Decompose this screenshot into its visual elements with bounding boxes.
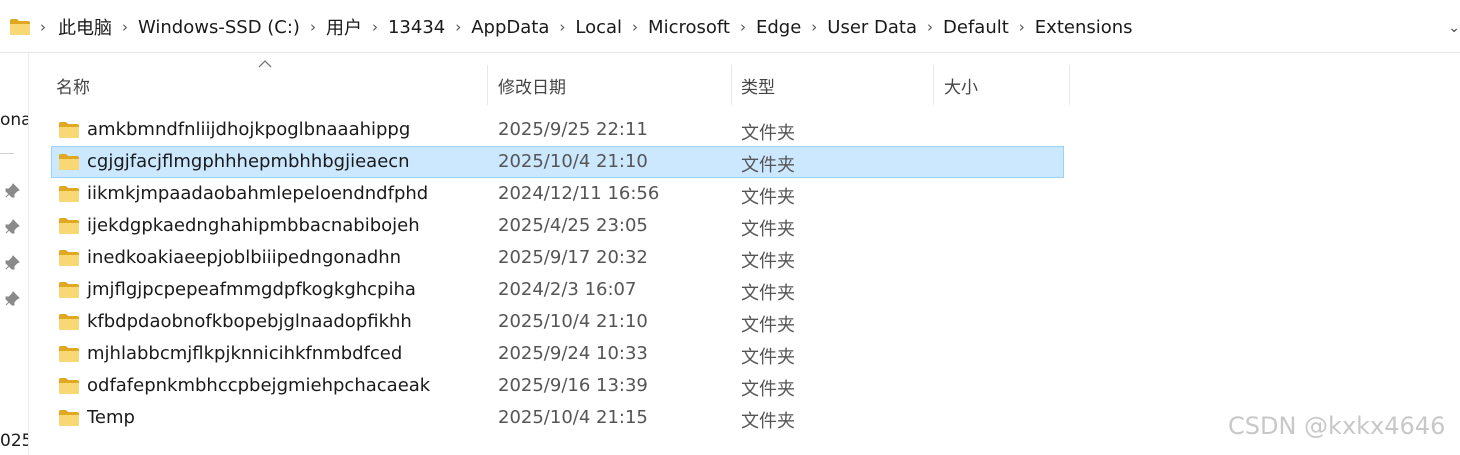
breadcrumb-item[interactable]: 用户 [326, 14, 362, 40]
chevron-right-icon[interactable]: › [362, 18, 388, 36]
file-type: 文件夹 [741, 219, 795, 240]
file-type: 文件夹 [741, 123, 795, 144]
file-row[interactable]: mjhlabbcmjflkpjknnicihkfnmbdfced 2025/9/2… [51, 338, 1064, 370]
nav-item-partial[interactable]: 025 [0, 431, 28, 451]
breadcrumb-item[interactable]: AppData [471, 17, 549, 38]
chevron-right-icon[interactable]: › [801, 18, 827, 36]
folder-icon [59, 218, 79, 234]
pin-icon [5, 255, 20, 270]
chevron-right-icon[interactable]: › [917, 18, 943, 36]
file-modified-date: 2025/4/25 23:05 [498, 215, 648, 236]
file-row[interactable]: cgjgjfacjflmgphhhepmbhhbgjieaecn 2025/10/… [51, 146, 1064, 178]
file-name[interactable]: iikmkjmpaadaobahmlepeloendndfphd [87, 183, 428, 204]
file-modified-date: 2025/10/4 21:15 [498, 407, 648, 428]
breadcrumb-item[interactable]: 此电脑 [58, 14, 112, 40]
chevron-right-icon[interactable]: › [112, 18, 138, 36]
chevron-right-icon[interactable]: › [549, 18, 575, 36]
breadcrumb-item[interactable]: User Data [827, 17, 917, 38]
file-name[interactable]: Temp [87, 407, 135, 428]
file-modified-date: 2025/9/16 13:39 [498, 375, 648, 396]
file-type: 文件夹 [741, 315, 795, 336]
file-modified-date: 2025/9/17 20:32 [498, 247, 648, 268]
chevron-down-icon[interactable]: ⌄ [1448, 20, 1460, 36]
breadcrumb-item[interactable]: Default [943, 17, 1009, 38]
file-name[interactable]: kfbdpdaobnofkbopebjglnaadopfikhh [87, 311, 412, 332]
file-row[interactable]: kfbdpdaobnofkbopebjglnaadopfikhh 2025/10/… [51, 306, 1064, 338]
file-type: 文件夹 [741, 411, 795, 432]
file-modified-date: 2025/10/4 21:10 [498, 311, 648, 332]
folder-icon [59, 154, 79, 170]
address-bar[interactable]: › 此电脑 › Windows-SSD (C:) › 用户 › 13434 › AppData › L… [0, 2, 1460, 53]
file-type: 文件夹 [741, 283, 795, 304]
column-header-type[interactable]: 类型 [732, 65, 934, 105]
folder-icon [59, 122, 79, 138]
folder-icon [59, 282, 79, 298]
file-type: 文件夹 [741, 347, 795, 368]
file-row[interactable]: odfafepnkmbhccpbejgmiehpchacaeak 2025/9/1… [51, 370, 1064, 402]
chevron-right-icon[interactable]: › [622, 18, 648, 36]
file-type: 文件夹 [741, 379, 795, 400]
file-name[interactable]: amkbmndfnliijdhojkpoglbnaaahippg [87, 119, 410, 140]
folder-icon [59, 314, 79, 330]
file-row[interactable]: inedkoakiaeepjoblbiiipedngonadhn 2025/9/1… [51, 242, 1064, 274]
file-explorer-window: › 此电脑 › Windows-SSD (C:) › 用户 › 13434 › AppData › L… [0, 0, 1460, 455]
pin-icon [5, 219, 20, 234]
file-name[interactable]: cgjgjfacjflmgphhhepmbhhbgjieaecn [87, 151, 410, 172]
chevron-right-icon[interactable]: › [445, 18, 471, 36]
file-row[interactable]: ijekdgpkaednghahipmbbacnabibojeh 2025/4/2… [51, 210, 1064, 242]
file-type: 文件夹 [741, 187, 795, 208]
file-row[interactable]: amkbmndfnliijdhojkpoglbnaaahippg 2025/9/2… [51, 114, 1064, 146]
folder-icon [59, 378, 79, 394]
column-header-size[interactable]: 大小 [934, 65, 1070, 105]
nav-divider [0, 153, 14, 154]
folder-icon [59, 346, 79, 362]
file-modified-date: 2025/9/24 10:33 [498, 343, 648, 364]
chevron-right-icon[interactable]: › [1009, 18, 1035, 36]
column-header-date[interactable]: 修改日期 [488, 65, 732, 105]
file-name[interactable]: mjhlabbcmjflkpjknnicihkfnmbdfced [87, 343, 402, 364]
breadcrumb-item[interactable]: Edge [756, 17, 801, 38]
file-name[interactable]: odfafepnkmbhccpbejgmiehpchacaeak [87, 375, 430, 396]
folder-icon [59, 250, 79, 266]
chevron-right-icon[interactable]: › [300, 18, 326, 36]
file-name[interactable]: ijekdgpkaednghahipmbbacnabibojeh [87, 215, 420, 236]
watermark: CSDN @kxkx4646 [1228, 412, 1446, 440]
file-row[interactable]: jmjflgjpcpepeafmmgdpfkogkghcpiha 2024/2/3… [51, 274, 1064, 306]
navigation-pane: ona 025 [0, 53, 29, 455]
breadcrumb: › 此电脑 › Windows-SSD (C:) › 用户 › 13434 › AppData › L… [40, 2, 1133, 52]
breadcrumb-item[interactable]: Microsoft [648, 17, 730, 38]
folder-icon [59, 186, 79, 202]
chevron-right-icon[interactable]: › [40, 18, 58, 36]
folder-icon [10, 19, 30, 35]
file-modified-date: 2025/9/25 22:11 [498, 119, 648, 140]
file-name[interactable]: jmjflgjpcpepeafmmgdpfkogkghcpiha [87, 279, 416, 300]
pin-icon [5, 183, 20, 198]
file-modified-date: 2024/12/11 16:56 [498, 183, 660, 204]
file-row[interactable]: iikmkjmpaadaobahmlepeloendndfphd 2024/12/… [51, 178, 1064, 210]
file-row[interactable]: Temp 2025/10/4 21:15 文件夹 [51, 402, 1064, 434]
file-name[interactable]: inedkoakiaeepjoblbiiipedngonadhn [87, 247, 401, 268]
column-header-name[interactable]: 名称 [48, 65, 488, 105]
file-type: 文件夹 [741, 155, 795, 176]
breadcrumb-item[interactable]: 13434 [388, 17, 445, 38]
breadcrumb-item[interactable]: Local [575, 17, 622, 38]
nav-item-partial[interactable]: ona [0, 110, 28, 130]
breadcrumb-item[interactable]: Extensions [1035, 17, 1133, 38]
folder-icon [59, 410, 79, 426]
pin-icon [5, 291, 20, 306]
file-type: 文件夹 [741, 251, 795, 272]
chevron-right-icon[interactable]: › [730, 18, 756, 36]
file-modified-date: 2025/10/4 21:10 [498, 151, 648, 172]
file-modified-date: 2024/2/3 16:07 [498, 279, 637, 300]
breadcrumb-item[interactable]: Windows-SSD (C:) [138, 17, 300, 38]
